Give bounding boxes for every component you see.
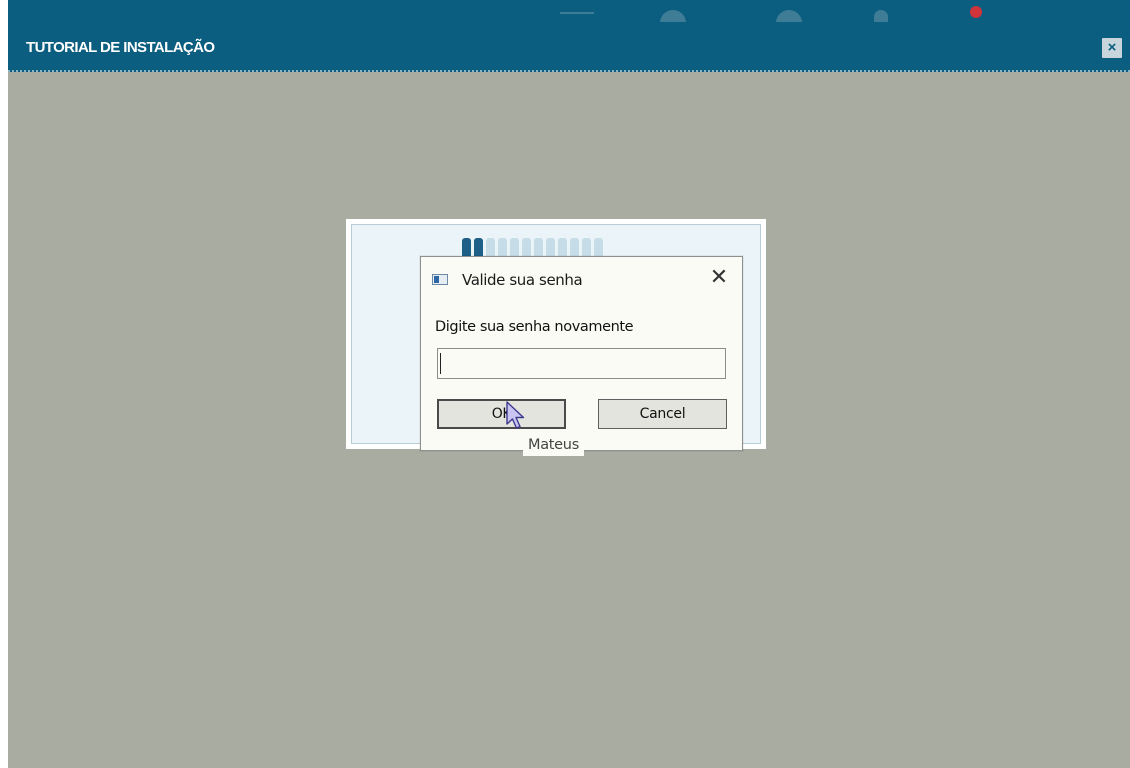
progress-segment-empty [486,238,495,256]
progress-segment-filled [462,238,471,256]
progress-segment-empty [534,238,543,256]
window-app-icon [432,274,448,285]
progress-segment-filled [474,238,483,256]
progress-segment-empty [558,238,567,256]
tutorial-close-icon[interactable]: × [1102,38,1122,58]
mouse-pointer-icon [506,401,525,429]
tutorial-title: TUTORIAL DE INSTALAÇÃO [26,39,215,56]
dialog-close-icon[interactable]: ✕ [706,265,732,291]
progress-segment-empty [522,238,531,256]
notification-badge-icon [970,6,982,18]
ok-button[interactable]: OK [437,399,566,429]
password-input[interactable] [437,348,726,379]
password-prompt-label: Digite sua senha novamente [435,319,634,335]
dialog-titlebar[interactable]: Valide sua senha ✕ [421,257,742,301]
cancel-button[interactable]: Cancel [598,399,727,429]
progress-segment-empty [510,238,519,256]
progress-segment-empty [594,238,603,256]
progress-segment-empty [582,238,591,256]
screen: TUTORIAL DE INSTALAÇÃO × Valide sua senh… [0,0,1130,768]
progress-segment-empty [498,238,507,256]
background-window-topbar [8,0,1130,24]
text-caret [440,353,441,374]
tooltip: Mateus [523,434,584,456]
progress-segment-empty [570,238,579,256]
tutorial-titlebar: TUTORIAL DE INSTALAÇÃO × [8,22,1130,72]
progress-segment-empty [546,238,555,256]
installer-progress-bar [462,238,603,256]
password-dialog: Valide sua senha ✕ Digite sua senha nova… [420,256,743,451]
dialog-title: Valide sua senha [462,271,583,289]
